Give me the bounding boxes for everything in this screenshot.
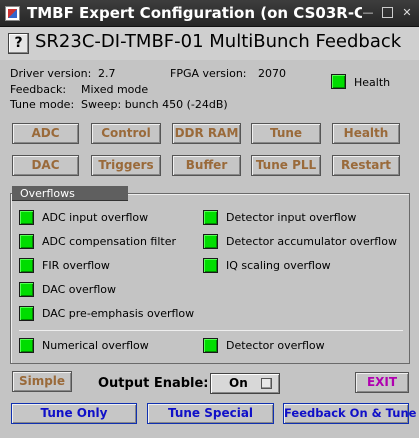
numerical-overflow-led bbox=[19, 338, 34, 353]
maximize-icon[interactable] bbox=[382, 7, 393, 18]
detector-input-overflow-led bbox=[203, 210, 218, 225]
feedback-label: Feedback: bbox=[10, 83, 67, 96]
dac-button[interactable]: DAC bbox=[12, 155, 79, 176]
close-icon[interactable]: ✕ bbox=[401, 7, 413, 19]
detector-overflow-label: Detector overflow bbox=[226, 339, 325, 352]
adc-button[interactable]: ADC bbox=[12, 123, 79, 144]
fpga-version-label: FPGA version: bbox=[170, 67, 247, 80]
dac-overflow-led bbox=[19, 282, 34, 297]
driver-version-label: Driver version: bbox=[10, 67, 92, 80]
tmbf-expert-window: TMBF Expert Configuration (on CS03R-CS-S… bbox=[0, 0, 419, 438]
feedback-value: Mixed mode bbox=[81, 83, 149, 96]
device-title: SR23C-DI-TMBF-01 MultiBunch Feedback bbox=[35, 31, 402, 52]
numerical-overflow-label: Numerical overflow bbox=[42, 339, 149, 352]
health-label: Health bbox=[354, 76, 391, 89]
window-title: TMBF Expert Configuration (on CS03R-CS-S bbox=[27, 4, 362, 22]
output-enable-value: On bbox=[229, 376, 248, 390]
detector-accumulator-overflow-label: Detector accumulator overflow bbox=[226, 235, 397, 248]
driver-version-value: 2.7 bbox=[98, 67, 116, 80]
dac-pre-emphasis-overflow-led bbox=[19, 306, 34, 321]
dac-pre-emphasis-overflow-label: DAC pre-emphasis overflow bbox=[42, 307, 195, 320]
tune-button[interactable]: Tune bbox=[251, 123, 321, 144]
adc-compensation-filter-led bbox=[19, 234, 34, 249]
overflows-divider bbox=[19, 330, 403, 331]
help-button[interactable]: ? bbox=[8, 33, 29, 54]
app-icon[interactable] bbox=[5, 6, 20, 21]
minimize-icon[interactable]: — bbox=[362, 7, 374, 19]
output-enable-toggle[interactable]: On bbox=[210, 373, 280, 394]
health-button[interactable]: Health bbox=[332, 123, 400, 144]
feedback-on-tune-button[interactable]: Feedback On & Tune bbox=[283, 403, 416, 424]
control-button[interactable]: Control bbox=[91, 123, 161, 144]
adc-input-overflow-label: ADC input overflow bbox=[42, 211, 149, 224]
iq-scaling-overflow-label: IQ scaling overflow bbox=[226, 259, 331, 272]
dac-overflow-label: DAC overflow bbox=[42, 283, 116, 296]
tune-mode-label: Tune mode: bbox=[10, 98, 75, 111]
tune-special-button[interactable]: Tune Special bbox=[147, 403, 274, 424]
detector-input-overflow-label: Detector input overflow bbox=[226, 211, 357, 224]
overflows-title: Overflows bbox=[12, 186, 128, 201]
tune-mode-value: Sweep: bunch 450 (-24dB) bbox=[81, 98, 228, 111]
fpga-version-value: 2070 bbox=[258, 67, 286, 80]
ddr-ram-button[interactable]: DDR RAM bbox=[172, 123, 241, 144]
tune-only-button[interactable]: Tune Only bbox=[11, 403, 137, 424]
header: ? SR23C-DI-TMBF-01 MultiBunch Feedback bbox=[0, 27, 419, 60]
restart-button[interactable]: Restart bbox=[332, 155, 400, 176]
health-led bbox=[331, 74, 346, 89]
simple-button[interactable]: Simple bbox=[12, 371, 72, 392]
toggle-knob-icon bbox=[261, 378, 272, 389]
adc-compensation-filter-label: ADC compensation filter bbox=[42, 235, 177, 248]
buffer-button[interactable]: Buffer bbox=[172, 155, 241, 176]
detector-accumulator-overflow-led bbox=[203, 234, 218, 249]
output-enable-label: Output Enable: bbox=[98, 376, 209, 391]
fir-overflow-label: FIR overflow bbox=[42, 259, 110, 272]
tune-pll-button[interactable]: Tune PLL bbox=[251, 155, 321, 176]
fir-overflow-led bbox=[19, 258, 34, 273]
triggers-button[interactable]: Triggers bbox=[91, 155, 161, 176]
iq-scaling-overflow-led bbox=[203, 258, 218, 273]
title-bar[interactable]: TMBF Expert Configuration (on CS03R-CS-S… bbox=[0, 0, 419, 27]
adc-input-overflow-led bbox=[19, 210, 34, 225]
exit-button[interactable]: EXIT bbox=[355, 372, 409, 393]
detector-overflow-led bbox=[203, 338, 218, 353]
